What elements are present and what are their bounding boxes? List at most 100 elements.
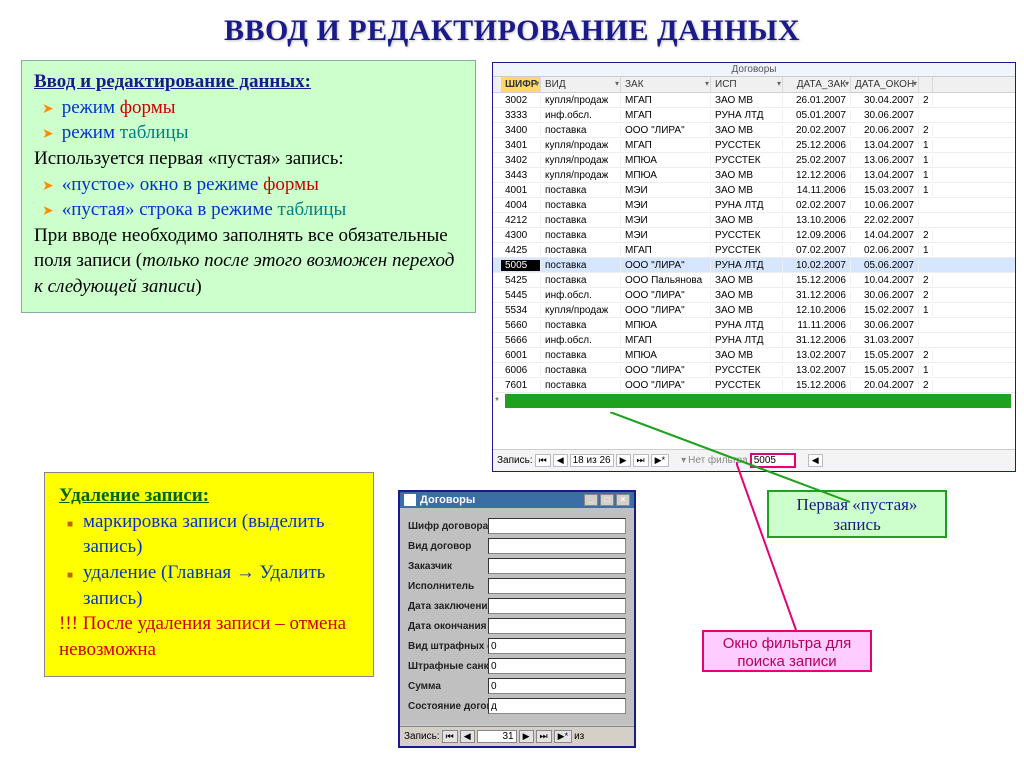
nav-first-button[interactable]: ⏮ <box>442 730 458 743</box>
table-cell[interactable]: 02.02.2007 <box>783 200 851 211</box>
col-header[interactable] <box>919 77 933 92</box>
table-cell[interactable]: 4425 <box>501 245 541 256</box>
table-cell[interactable]: 3400 <box>501 125 541 136</box>
table-cell[interactable]: 2 <box>919 230 933 241</box>
table-cell[interactable]: 10.06.2007 <box>851 200 919 211</box>
field-input[interactable] <box>488 618 626 634</box>
record-position-input[interactable] <box>570 454 614 467</box>
table-cell[interactable]: 31.03.2007 <box>851 335 919 346</box>
col-header[interactable]: ЗАК▾ <box>621 77 711 92</box>
filter-search-input[interactable] <box>750 453 796 468</box>
table-cell[interactable]: поставка <box>541 245 621 256</box>
table-cell[interactable]: 7601 <box>501 380 541 391</box>
field-input[interactable] <box>488 558 626 574</box>
table-cell[interactable]: ЗАО МВ <box>711 290 783 301</box>
minimize-button[interactable]: _ <box>584 494 598 506</box>
table-row[interactable]: 3443купля/продажМПЮАЗАО МВ12.12.200613.0… <box>493 168 1015 183</box>
table-cell[interactable]: ООО "ЛИРА" <box>621 290 711 301</box>
table-cell[interactable]: 20.02.2007 <box>783 125 851 136</box>
field-input[interactable] <box>488 518 626 534</box>
field-input[interactable] <box>488 538 626 554</box>
table-cell[interactable]: 1 <box>919 155 933 166</box>
table-cell[interactable]: МПЮА <box>621 155 711 166</box>
table-cell[interactable]: 15.12.2006 <box>783 275 851 286</box>
table-cell[interactable]: 4212 <box>501 215 541 226</box>
table-cell[interactable]: 22.02.2007 <box>851 215 919 226</box>
table-cell[interactable]: МЭИ <box>621 230 711 241</box>
table-cell[interactable]: 07.02.2007 <box>783 245 851 256</box>
table-cell[interactable]: 5534 <box>501 305 541 316</box>
new-record-row[interactable]: * <box>493 393 1015 409</box>
nav-next-button[interactable]: ▶ <box>616 454 631 467</box>
table-cell[interactable]: 5445 <box>501 290 541 301</box>
table-cell[interactable]: 6001 <box>501 350 541 361</box>
table-cell[interactable]: РУНА ЛТД <box>711 320 783 331</box>
table-cell[interactable]: 05.01.2007 <box>783 110 851 121</box>
table-cell[interactable]: поставка <box>541 275 621 286</box>
table-cell[interactable]: поставка <box>541 320 621 331</box>
table-cell[interactable]: РУССТЕК <box>711 155 783 166</box>
table-cell[interactable]: купля/продаж <box>541 155 621 166</box>
table-cell[interactable]: 13.04.2007 <box>851 140 919 151</box>
table-row[interactable]: 3333инф.обсл.МГАПРУНА ЛТД05.01.200730.06… <box>493 108 1015 123</box>
table-row[interactable]: 5660поставкаМПЮАРУНА ЛТД11.11.200630.06.… <box>493 318 1015 333</box>
table-cell[interactable]: 13.10.2006 <box>783 215 851 226</box>
table-cell[interactable]: купля/продаж <box>541 170 621 181</box>
table-cell[interactable]: ЗАО МВ <box>711 215 783 226</box>
table-cell[interactable]: РУССТЕК <box>711 140 783 151</box>
table-cell[interactable]: купля/продаж <box>541 140 621 151</box>
table-cell[interactable]: МЭИ <box>621 200 711 211</box>
nav-last-button[interactable]: ⏭ <box>633 454 649 467</box>
table-cell[interactable]: 3333 <box>501 110 541 121</box>
table-cell[interactable]: 15.05.2007 <box>851 365 919 376</box>
table-cell[interactable]: 11.11.2006 <box>783 320 851 331</box>
table-cell[interactable]: 6006 <box>501 365 541 376</box>
table-cell[interactable]: 05.06.2007 <box>851 260 919 271</box>
table-cell[interactable]: 2 <box>919 95 933 106</box>
table-cell[interactable]: 14.11.2006 <box>783 185 851 196</box>
table-cell[interactable]: 12.12.2006 <box>783 170 851 181</box>
table-row[interactable]: 5534купля/продажООО "ЛИРА"ЗАО МВ12.10.20… <box>493 303 1015 318</box>
table-cell[interactable]: поставка <box>541 185 621 196</box>
table-cell[interactable]: 20.06.2007 <box>851 125 919 136</box>
table-cell[interactable]: 2 <box>919 380 933 391</box>
table-row[interactable]: 3401купля/продажМГАПРУССТЕК25.12.200613.… <box>493 138 1015 153</box>
table-cell[interactable]: 2 <box>919 125 933 136</box>
table-row[interactable]: 4004поставкаМЭИРУНА ЛТД02.02.200710.06.2… <box>493 198 1015 213</box>
table-cell[interactable]: поставка <box>541 200 621 211</box>
table-cell[interactable]: 5660 <box>501 320 541 331</box>
table-cell[interactable]: МЭИ <box>621 185 711 196</box>
table-cell[interactable]: 30.06.2007 <box>851 320 919 331</box>
table-cell[interactable]: 31.12.2006 <box>783 335 851 346</box>
table-cell[interactable]: 25.12.2006 <box>783 140 851 151</box>
table-cell[interactable]: ООО "ЛИРА" <box>621 125 711 136</box>
table-cell[interactable]: РУНА ЛТД <box>711 200 783 211</box>
table-cell[interactable]: 4300 <box>501 230 541 241</box>
nav-first-button[interactable]: ⏮ <box>535 454 551 467</box>
table-row[interactable]: 4001поставкаМЭИЗАО МВ14.11.200615.03.200… <box>493 183 1015 198</box>
table-cell[interactable]: ЗАО МВ <box>711 125 783 136</box>
close-button[interactable]: × <box>616 494 630 506</box>
table-cell[interactable]: поставка <box>541 380 621 391</box>
nav-new-button[interactable]: ▶* <box>554 730 572 743</box>
table-cell[interactable]: МПЮА <box>621 170 711 181</box>
table-cell[interactable]: 20.04.2007 <box>851 380 919 391</box>
table-cell[interactable]: ООО "ЛИРА" <box>621 380 711 391</box>
table-cell[interactable]: ООО "ЛИРА" <box>621 260 711 271</box>
table-cell[interactable]: поставка <box>541 365 621 376</box>
table-cell[interactable]: 1 <box>919 245 933 256</box>
table-cell[interactable]: 15.02.2007 <box>851 305 919 316</box>
scroll-left-button[interactable]: ◀ <box>808 454 823 467</box>
table-cell[interactable]: 1 <box>919 185 933 196</box>
table-cell[interactable]: МГАП <box>621 245 711 256</box>
table-cell[interactable]: 3402 <box>501 155 541 166</box>
table-cell[interactable]: 1 <box>919 170 933 181</box>
col-header[interactable]: ДАТА_ЗАК▾ <box>783 77 851 92</box>
nav-next-button[interactable]: ▶ <box>519 730 534 743</box>
field-input[interactable] <box>488 698 626 714</box>
table-cell[interactable]: ЗАО МВ <box>711 275 783 286</box>
table-row[interactable]: 4212поставкаМЭИЗАО МВ13.10.200622.02.200… <box>493 213 1015 228</box>
table-cell[interactable]: РУНА ЛТД <box>711 260 783 271</box>
table-cell[interactable]: МГАП <box>621 95 711 106</box>
dropdown-icon[interactable]: ▾ <box>845 79 849 88</box>
